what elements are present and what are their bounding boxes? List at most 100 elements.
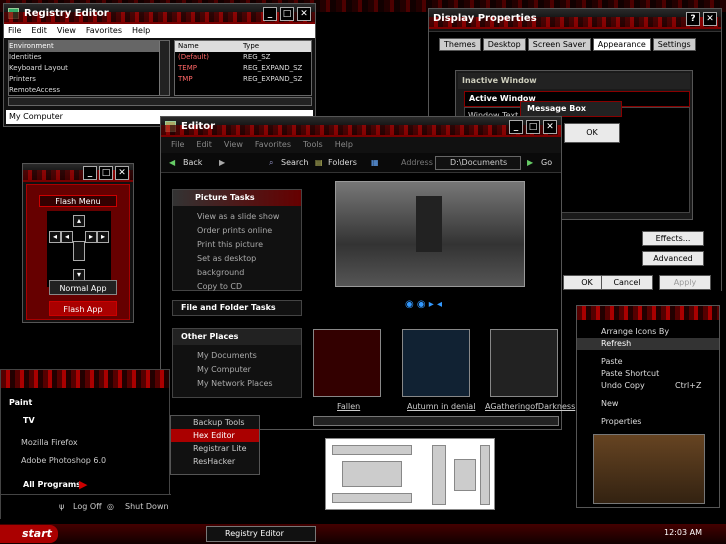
views-icon[interactable]: ▦	[371, 153, 379, 173]
menu-favorites[interactable]: Favorites	[255, 137, 291, 153]
maximize-button[interactable]: □	[526, 120, 540, 134]
horizontal-scrollbar[interactable]	[8, 97, 312, 106]
horizontal-slider[interactable]	[332, 445, 412, 455]
menu-edit[interactable]: Edit	[31, 24, 47, 38]
tree-item[interactable]: Environment	[9, 41, 169, 52]
program-tv[interactable]: TV	[23, 416, 35, 425]
file-folder-tasks-header[interactable]: File and Folder Tasks	[172, 300, 302, 316]
value-row[interactable]: TEMP REG_EXPAND_SZ	[175, 63, 311, 74]
program-photoshop[interactable]: Adobe Photoshop 6.0	[21, 456, 106, 465]
taskbar-item-regedit[interactable]: Registry Editor	[206, 526, 316, 542]
tree-item[interactable]: Keyboard Layout	[9, 63, 169, 74]
forward-icon[interactable]: ▶	[219, 153, 225, 173]
menu-view[interactable]: View	[57, 24, 76, 38]
search-button[interactable]: Search	[281, 153, 308, 173]
ctx-properties[interactable]: Properties	[577, 416, 719, 428]
maximize-button[interactable]: □	[99, 166, 113, 180]
flash-titlebar[interactable]: _ □ ✕	[23, 164, 133, 182]
col-type-header[interactable]: Type	[243, 41, 259, 52]
menu-help[interactable]: Help	[335, 137, 353, 153]
left-arrow-icon[interactable]: ◂	[61, 231, 73, 243]
ctx-undo-copy[interactable]: Undo Copy	[601, 381, 645, 390]
minimize-button[interactable]: _	[83, 166, 97, 180]
slider-handle[interactable]	[73, 241, 85, 261]
tab-desktop[interactable]: Desktop	[482, 38, 526, 51]
viewer-controls[interactable]: ◉ ◉ ▸ ◂	[405, 299, 465, 313]
task-print[interactable]: Print this picture	[197, 238, 301, 252]
place-my-network[interactable]: My Network Places	[197, 377, 301, 391]
submenu-reshacker[interactable]: ResHacker	[171, 455, 259, 468]
go-button[interactable]: Go	[541, 153, 552, 173]
tab-screen-saver[interactable]: Screen Saver	[527, 38, 591, 51]
all-programs-button[interactable]: All Programs	[23, 480, 81, 489]
thumb-gathering[interactable]	[490, 329, 558, 397]
ctx-paste-shortcut[interactable]: Paste Shortcut	[577, 368, 719, 380]
vertical-slider[interactable]	[432, 445, 446, 505]
submenu-hex-editor[interactable]: Hex Editor	[171, 429, 259, 442]
back-icon[interactable]: ◀	[169, 153, 175, 173]
place-my-computer[interactable]: My Computer	[197, 363, 301, 377]
regedit-titlebar[interactable]: Registry Editor _ □ ✕	[4, 4, 315, 24]
go-icon[interactable]: ▶	[527, 153, 533, 173]
tab-appearance[interactable]: Appearance	[592, 38, 651, 51]
tree-item[interactable]: RemoteAccess	[9, 85, 169, 95]
help-button[interactable]: ?	[686, 12, 700, 26]
apply-button[interactable]: Apply	[659, 275, 711, 290]
ctx-arrange-icons[interactable]: Arrange Icons By	[577, 326, 719, 338]
task-order-prints[interactable]: Order prints online	[197, 224, 301, 238]
col-name-header[interactable]: Name	[175, 41, 243, 52]
tree-scrollbar[interactable]	[159, 41, 169, 95]
value-row[interactable]: TMP REG_EXPAND_SZ	[175, 74, 311, 85]
effects-button[interactable]: Effects...	[642, 231, 704, 246]
thumb-fallen[interactable]	[313, 329, 381, 397]
minimize-button[interactable]: _	[509, 120, 523, 134]
cancel-button[interactable]: Cancel	[601, 275, 653, 290]
back-button[interactable]: Back	[183, 153, 202, 173]
menu-file[interactable]: File	[8, 24, 21, 38]
task-copy-cd[interactable]: Copy to CD	[197, 280, 301, 294]
task-set-background[interactable]: Set as desktop background	[197, 252, 301, 280]
advanced-button[interactable]: Advanced	[642, 251, 704, 266]
tree-item[interactable]: Printers	[9, 74, 169, 85]
editor-titlebar[interactable]: Editor _ □ ✕	[161, 117, 561, 137]
ctx-paste[interactable]: Paste	[577, 356, 719, 368]
close-button[interactable]: ✕	[543, 120, 557, 134]
address-input[interactable]: D:\Documents	[435, 156, 521, 170]
program-paint[interactable]: Paint	[9, 398, 32, 407]
tab-themes[interactable]: Themes	[439, 38, 481, 51]
submenu-registrar[interactable]: Registrar Lite	[171, 442, 259, 455]
picture-tasks-header[interactable]: Picture Tasks	[173, 190, 301, 206]
logoff-button[interactable]: Log Off	[73, 502, 102, 511]
ctx-new[interactable]: New	[577, 398, 719, 410]
tree-item[interactable]: Identities	[9, 52, 169, 63]
display-titlebar[interactable]: Display Properties ? ✕	[429, 9, 721, 29]
menu-file[interactable]: File	[171, 137, 184, 153]
thumb-label[interactable]: Fallen	[337, 402, 360, 411]
maximize-button[interactable]: □	[280, 7, 294, 21]
start-button[interactable]: start	[0, 525, 58, 543]
minimize-button[interactable]: _	[263, 7, 277, 21]
folders-button[interactable]: Folders	[328, 153, 357, 173]
menu-favorites[interactable]: Favorites	[86, 24, 122, 38]
close-button[interactable]: ✕	[115, 166, 129, 180]
thumb-scrollbar[interactable]	[313, 416, 559, 426]
value-row[interactable]: (Default) REG_SZ	[175, 52, 311, 63]
normal-app-button[interactable]: Normal App	[49, 280, 117, 295]
ctx-refresh[interactable]: Refresh	[577, 338, 719, 350]
thumb-label[interactable]: AGatheringofDarkness	[485, 402, 575, 411]
program-firefox[interactable]: Mozilla Firefox	[21, 438, 78, 447]
menu-help[interactable]: Help	[132, 24, 150, 38]
place-my-documents[interactable]: My Documents	[197, 349, 301, 363]
close-button[interactable]: ✕	[297, 7, 311, 21]
close-button[interactable]: ✕	[703, 12, 717, 26]
other-places-header[interactable]: Other Places	[173, 329, 301, 345]
submenu-backup-tools[interactable]: Backup Tools	[171, 416, 259, 429]
right-arrow-icon[interactable]: ▸	[97, 231, 109, 243]
thumb-autumn[interactable]	[402, 329, 470, 397]
task-slideshow[interactable]: View as a slide show	[197, 210, 301, 224]
shutdown-button[interactable]: Shut Down	[125, 502, 169, 511]
menu-tools[interactable]: Tools	[303, 137, 323, 153]
right-arrow-icon[interactable]: ▸	[85, 231, 97, 243]
thumb-label[interactable]: Autumn in denial	[407, 402, 475, 411]
menu-view[interactable]: View	[224, 137, 243, 153]
